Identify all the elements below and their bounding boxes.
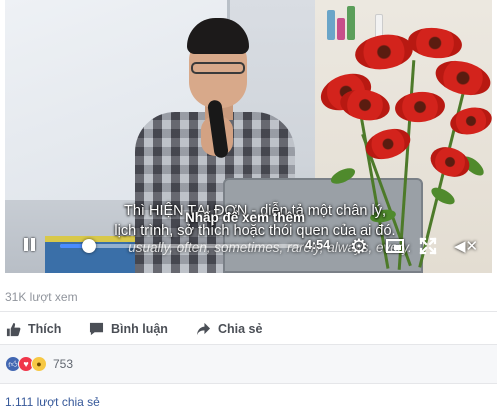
- share-button[interactable]: Chia sẻ: [195, 320, 262, 338]
- wow-reaction-icon: ●: [31, 356, 47, 372]
- video-player[interactable]: Thì HIỆN TẠI ĐƠN - diễn tả một chân lý, …: [5, 0, 492, 273]
- progress-handle[interactable]: [81, 239, 96, 253]
- fullscreen-button[interactable]: [417, 235, 439, 257]
- share-arrow-icon: [195, 321, 211, 337]
- comment-button[interactable]: Bình luận: [88, 320, 168, 338]
- expand-icon: [419, 237, 437, 255]
- settings-button[interactable]: ⚙: [348, 235, 370, 258]
- mute-button[interactable]: ◀✕: [453, 236, 479, 256]
- gear-icon: ⚙: [350, 235, 368, 258]
- pause-icon: [22, 237, 36, 255]
- time-remaining: 4:54: [305, 238, 331, 252]
- divider: [0, 383, 497, 384]
- view-count: 31K lượt xem: [5, 290, 78, 304]
- thumbs-up-icon: [5, 321, 21, 337]
- like-label: Thích: [28, 322, 62, 336]
- share-label: Chia sẻ: [218, 322, 263, 336]
- video-controls: 4:54 ⚙ ◀✕: [5, 232, 492, 262]
- reaction-summary[interactable]: 👍︎ ♥ ● 753: [5, 356, 73, 372]
- click-to-see-more-hint[interactable]: Nhấp để xem thêm: [155, 210, 335, 225]
- volume-muted-icon: ◀✕: [453, 238, 479, 255]
- progress-bar[interactable]: [60, 239, 300, 253]
- picture-in-picture-icon: [386, 239, 404, 253]
- pause-button[interactable]: [22, 237, 36, 255]
- speech-bubble-icon: [88, 321, 104, 337]
- share-count[interactable]: 1.111 lượt chia sẻ: [5, 395, 100, 409]
- like-button[interactable]: Thích: [5, 320, 61, 338]
- picture-in-picture-button[interactable]: [385, 237, 405, 255]
- reactions-bar: [0, 345, 497, 383]
- reaction-count: 753: [53, 357, 74, 371]
- comment-label: Bình luận: [111, 322, 168, 336]
- divider: [0, 311, 497, 312]
